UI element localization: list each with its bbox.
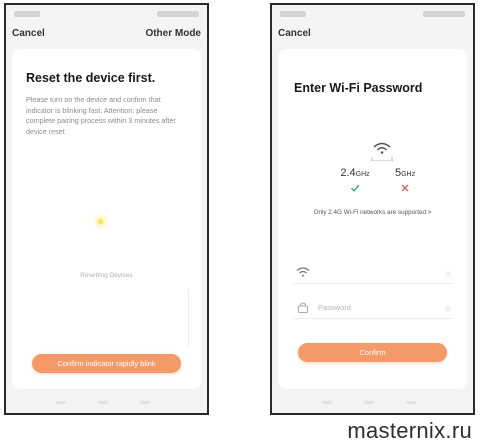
- reset-card: Reset the device first. Please turn on t…: [12, 49, 201, 389]
- band-label: 2.4GHz: [340, 167, 370, 179]
- password-field[interactable]: Password: [292, 297, 453, 319]
- chevron-right-icon[interactable]: [445, 271, 451, 277]
- page-title: Reset the device first.: [26, 71, 156, 85]
- divider: [188, 289, 189, 347]
- band-support: 2.4GHz 5GHz: [332, 167, 432, 207]
- watermark-text: masternix.ru: [347, 418, 472, 443]
- top-nav: Cancel Other Mode: [6, 28, 207, 44]
- confirm-button[interactable]: Confirm: [298, 343, 447, 362]
- back-nav-icon[interactable]: [56, 401, 66, 404]
- checkmark-icon: [350, 184, 360, 192]
- cross-icon: [401, 184, 409, 192]
- system-nav-bar: [302, 401, 443, 407]
- password-input[interactable]: Password: [318, 303, 351, 312]
- recents-nav-icon[interactable]: [140, 401, 150, 404]
- router-wifi-icon: [371, 142, 393, 161]
- top-nav: Cancel: [272, 28, 473, 44]
- home-nav-icon[interactable]: [364, 401, 374, 404]
- confirm-indicator-button[interactable]: Confirm indicator rapidly blink: [32, 354, 181, 373]
- show-password-icon[interactable]: [445, 306, 451, 312]
- wifi-card: Enter Wi-Fi Password 2.4GHz 5GHz Only 2.…: [278, 49, 467, 389]
- battery-clock-icon: [423, 11, 465, 17]
- band-5g: 5GHz: [382, 167, 428, 193]
- support-note-link[interactable]: Only 2.4G Wi-Fi networks are supported >: [278, 209, 467, 216]
- signal-icon: [14, 11, 40, 17]
- home-nav-icon[interactable]: [98, 401, 108, 404]
- wifi-network-field[interactable]: [292, 262, 453, 284]
- other-mode-button[interactable]: Other Mode: [145, 28, 201, 39]
- reset-instructions: Please turn on the device and confirm th…: [26, 95, 176, 136]
- wifi-icon: [296, 267, 310, 277]
- cancel-button[interactable]: Cancel: [278, 28, 311, 39]
- back-nav-icon[interactable]: [322, 401, 332, 404]
- phone-reset-screen: Cancel Other Mode Reset the device first…: [4, 3, 209, 415]
- signal-icon: [280, 11, 306, 17]
- phone-wifi-screen: Cancel Enter Wi-Fi Password 2.4GHz 5GHz: [270, 3, 475, 415]
- band-2g4: 2.4GHz: [332, 167, 378, 193]
- status-bar: [14, 11, 199, 19]
- blinking-indicator-icon: [98, 219, 103, 224]
- resetting-status: Resetting Devices: [80, 272, 133, 279]
- lock-icon: [298, 302, 308, 313]
- status-bar: [280, 11, 465, 19]
- cancel-button[interactable]: Cancel: [12, 28, 45, 39]
- page-title: Enter Wi-Fi Password: [294, 81, 423, 95]
- system-nav-bar: [36, 401, 177, 407]
- band-label: 5GHz: [394, 167, 416, 179]
- battery-clock-icon: [157, 11, 199, 17]
- recents-nav-icon[interactable]: [406, 401, 416, 404]
